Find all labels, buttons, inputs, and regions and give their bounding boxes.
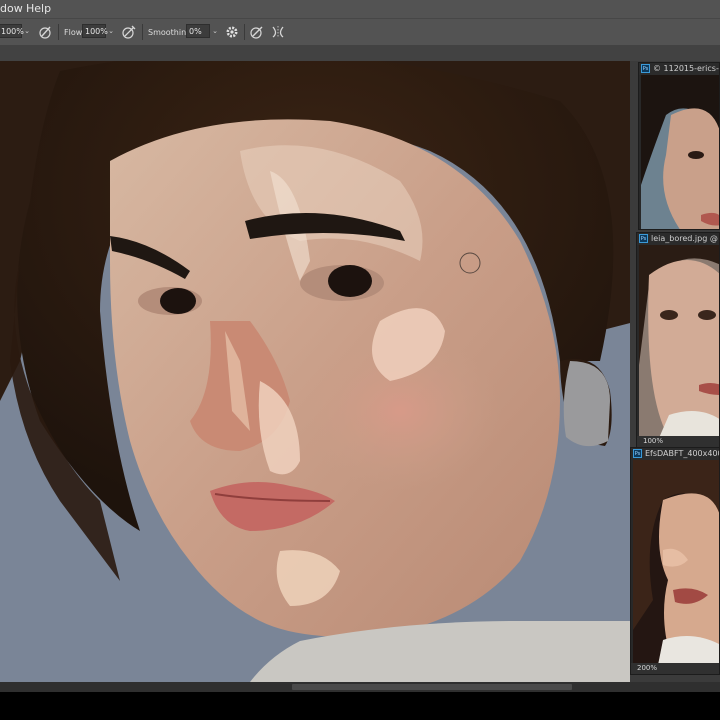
separator [58, 24, 59, 40]
reference-image [633, 460, 719, 663]
separator [244, 24, 245, 40]
airbrush-icon[interactable] [121, 24, 137, 40]
flow-field[interactable]: 100% [82, 24, 108, 38]
gear-icon[interactable] [224, 24, 240, 40]
pressure-opacity-icon[interactable] [37, 24, 53, 40]
horizontal-scrollbar[interactable] [0, 682, 720, 692]
photoshop-doc-icon: Ps [641, 64, 650, 73]
document-tab-strip [0, 45, 720, 61]
reference-title-bar[interactable]: Ps© 112015-erics-wor [639, 63, 719, 75]
photoshop-doc-icon: Ps [639, 234, 648, 243]
reference-photo [639, 245, 719, 436]
reference-title: © 112015-erics-wor [653, 64, 719, 73]
letterbox-bar [0, 692, 720, 720]
reference-photo [633, 460, 719, 663]
reference-image [641, 75, 719, 229]
menu-window[interactable]: dow [0, 2, 23, 15]
scrollbar-thumb[interactable] [292, 684, 572, 690]
reference-zoom-level: 100% [637, 436, 719, 447]
painting-canvas[interactable] [0, 61, 638, 682]
portrait-painting [0, 61, 638, 682]
opacity-dropdown-icon[interactable]: ⌄ [22, 24, 32, 38]
smoothing-dropdown-icon[interactable]: ⌄ [210, 24, 220, 38]
menu-bar: dow Help [0, 0, 720, 18]
reference-window-1[interactable]: Ps© 112015-erics-wor [638, 62, 720, 230]
options-bar: 100% ⌄ Flow: 100% ⌄ Smoothing: 0% ⌄ [0, 18, 720, 46]
photoshop-doc-icon: Ps [633, 449, 642, 458]
pressure-size-icon[interactable] [249, 24, 265, 40]
reference-title-bar[interactable]: Psleia_bored.jpg @ 1... [637, 233, 719, 245]
opacity-field[interactable]: 100% [0, 24, 24, 38]
separator [142, 24, 143, 40]
reference-image [639, 245, 719, 436]
menu-help[interactable]: Help [26, 2, 51, 15]
reference-zoom-level: 200% [631, 663, 719, 674]
reference-title-bar[interactable]: PsEfsDABFT_400x400.jpg [631, 448, 719, 460]
reference-photo [641, 75, 719, 229]
smoothing-field[interactable]: 0% [186, 24, 210, 38]
flow-dropdown-icon[interactable]: ⌄ [106, 24, 116, 38]
symmetry-icon[interactable] [270, 24, 286, 40]
reference-window-3[interactable]: PsEfsDABFT_400x400.jpg 200% [630, 447, 720, 675]
reference-title: EfsDABFT_400x400.jpg [645, 449, 719, 458]
reference-window-2[interactable]: Psleia_bored.jpg @ 1... 100% [636, 232, 720, 448]
reference-title: leia_bored.jpg @ 1... [651, 234, 719, 243]
